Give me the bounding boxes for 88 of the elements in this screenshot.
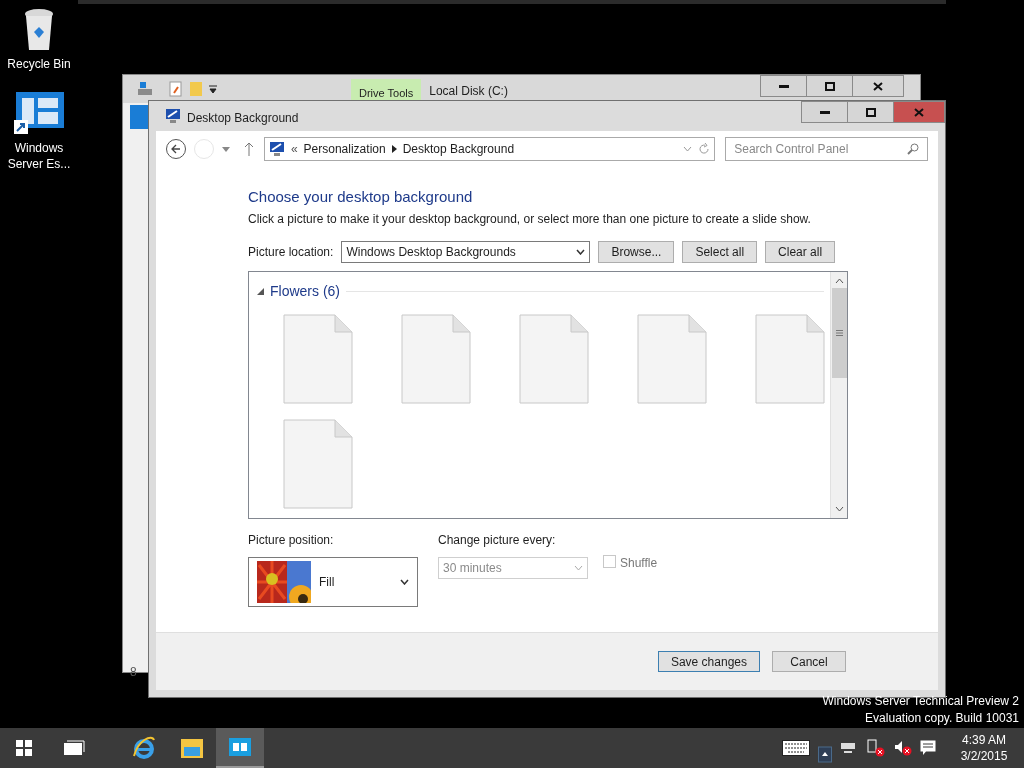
desktop-icon-label[interactable]: Recycle Bin: [4, 56, 74, 72]
picture-tile[interactable]: [283, 314, 353, 404]
chevron-down-icon: [400, 579, 409, 585]
taskbar-app-button[interactable]: [216, 728, 264, 768]
field-label: Picture location:: [248, 244, 334, 261]
network-error-icon[interactable]: [866, 739, 886, 757]
location-dropdown[interactable]: Windows Desktop Backgrounds: [341, 241, 591, 263]
maximize-button[interactable]: [806, 75, 852, 97]
clock-date: 3/2/2015: [960, 748, 1008, 764]
clock-time: 4:39 AM: [962, 732, 1006, 748]
field-label: Picture position:: [248, 532, 335, 549]
volume-muted-icon[interactable]: [894, 740, 912, 756]
breadcrumb-item[interactable]: Desktop Background: [402, 140, 515, 158]
picture-tile[interactable]: [755, 314, 825, 404]
properties-icon[interactable]: [169, 81, 183, 97]
server-shortcut-icon[interactable]: [14, 92, 64, 136]
scroll-thumb[interactable]: [831, 288, 847, 378]
dialog-button[interactable]: Cancel: [772, 651, 846, 672]
address-bar[interactable]: « Personalization Desktop Background: [263, 137, 716, 161]
minimize-icon: [819, 110, 830, 114]
task-view-icon: [63, 740, 85, 756]
collapse-triangle-icon[interactable]: [257, 288, 264, 295]
dropdown-icon[interactable]: [209, 85, 217, 93]
scrollbar[interactable]: [830, 272, 847, 518]
description-text: Click a picture to make it your desktop background, or select more than one picture to create a slide show.: [248, 211, 812, 227]
field-label: Change picture every:: [438, 532, 557, 549]
dialog-button[interactable]: Save changes: [657, 651, 760, 672]
minimize-button[interactable]: [801, 101, 847, 123]
checkbox-label: Shuffle: [620, 555, 658, 572]
action-button[interactable]: Select all: [682, 241, 758, 263]
document-icon: [283, 314, 353, 404]
maximize-button[interactable]: [847, 101, 893, 123]
document-icon: [519, 314, 589, 404]
maximize-icon: [824, 81, 835, 91]
network-icon[interactable]: [840, 741, 858, 755]
search-field[interactable]: Search Control Panel: [725, 137, 928, 161]
picture-tile[interactable]: [401, 314, 471, 404]
ribbon-tab[interactable]: Drive Tools: [351, 79, 422, 103]
chevron-down-icon: [574, 565, 583, 571]
breadcrumb-item[interactable]: Personalization: [303, 140, 386, 158]
monitor-icon: [268, 141, 285, 157]
chevron-down-icon: [576, 249, 586, 255]
up-arrow-icon[interactable]: [243, 142, 254, 156]
group-header[interactable]: Flowers (6): [270, 281, 340, 302]
build-info-text: Evaluation copy. Build 10031: [865, 710, 1019, 727]
ribbon-bar: [130, 105, 150, 129]
minimize-button[interactable]: [760, 75, 806, 97]
desktop-icon-label[interactable]: Windows Server Es...: [4, 140, 74, 172]
document-icon: [401, 314, 471, 404]
close-button[interactable]: [852, 75, 904, 97]
scroll-up-icon[interactable]: [834, 278, 844, 284]
keyboard-icon[interactable]: [782, 740, 810, 756]
document-icon: [637, 314, 707, 404]
search-input[interactable]: Search Control Panel: [734, 140, 907, 158]
document-icon: [283, 419, 353, 509]
document-icon: [755, 314, 825, 404]
position-dropdown[interactable]: Fill: [248, 557, 418, 607]
minimize-icon: [778, 84, 789, 88]
scroll-down-icon[interactable]: [834, 506, 844, 512]
control-panel-icon: [228, 737, 252, 757]
windows-logo-icon: [16, 740, 32, 756]
maximize-icon: [865, 107, 876, 117]
search-icon[interactable]: [907, 143, 919, 155]
folder-icon: [180, 737, 204, 759]
monitor-icon: [165, 108, 181, 124]
action-button[interactable]: Browse...: [598, 241, 675, 263]
back-arrow-icon: [171, 144, 181, 154]
picture-tile[interactable]: [283, 419, 353, 509]
notification-icon[interactable]: [920, 740, 936, 756]
build-info-text: Windows Server Technical Preview 2: [822, 693, 1019, 710]
picture-tile[interactable]: [637, 314, 707, 404]
recent-dropdown-icon[interactable]: [221, 146, 230, 152]
clock[interactable]: 4:39 AM 3/2/2015: [954, 732, 1014, 764]
chevron-down-icon[interactable]: [683, 146, 693, 152]
action-button[interactable]: Clear all: [765, 241, 836, 263]
breadcrumb-overflow[interactable]: «: [290, 140, 298, 158]
close-icon: [914, 107, 924, 117]
window-title: Desktop Background: [187, 110, 299, 127]
chevron-right-icon[interactable]: [391, 145, 397, 153]
picture-tile[interactable]: [519, 314, 589, 404]
drive-icon[interactable]: [137, 81, 153, 97]
window-title: Local Disk (C:): [429, 83, 508, 100]
close-button[interactable]: [893, 101, 945, 123]
recycle-bin-icon[interactable]: [23, 8, 55, 52]
close-icon: [873, 81, 883, 91]
page-heading: Choose your desktop background: [248, 187, 474, 207]
browser-icon: [132, 736, 156, 760]
status-text: 8: [130, 664, 138, 681]
